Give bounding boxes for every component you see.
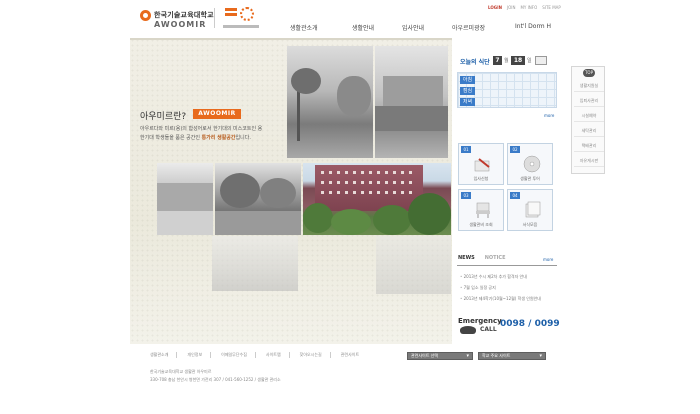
footer-link[interactable]: 이메일무단수집 (221, 352, 256, 358)
emergency-label: Emergency (458, 317, 502, 325)
quick-fee[interactable]: 03 생활관비 조회 (458, 189, 504, 231)
meal-dinner-tag: 저녁 (460, 98, 475, 106)
calendar-icon[interactable] (535, 56, 547, 65)
sidebar-item[interactable]: 입퇴사관리 (574, 96, 604, 107)
footer-link[interactable]: 찾아오시는길 (300, 352, 331, 358)
tab-notice[interactable]: NOTICE (485, 255, 506, 261)
quick-apply[interactable]: 01 입사신청 (458, 143, 504, 185)
quick-forms[interactable]: 04 서식모음 (507, 189, 553, 231)
meal-day: 18 (511, 56, 525, 65)
photo-faded-building (376, 236, 451, 294)
header: 한국기술교육대학교 AWOOMIR LOGIN JOIN MY INFO SIT… (0, 0, 700, 38)
sidebar-item[interactable]: 생활지원실 (574, 81, 604, 92)
nav-intl-dorm[interactable]: Int'l Dorm H (515, 23, 555, 30)
footer-link[interactable]: 관련사이트 (341, 352, 367, 358)
sidebar-item[interactable]: 세탁관리 (574, 126, 604, 137)
photo-campus-building (375, 46, 448, 158)
login-link[interactable]: LOGIN (488, 5, 502, 10)
photo-garden (215, 163, 301, 235)
top-links: LOGIN JOIN MY INFO SITE MAP (488, 5, 561, 10)
related-site-select[interactable]: 관련사이트 선택 (407, 352, 473, 360)
footer-address-line1: 한국기술교육대학교 생활관 아우미르 (150, 369, 212, 374)
sidebar-item[interactable]: 자유게시판 (574, 156, 604, 167)
emergency-number: 0098 / 0099 (500, 319, 560, 329)
hero-desc-line1: 아우르다와 미르(용)의 합성어로서 한기대의 미스코트인 용 (140, 126, 263, 132)
quick-fee-num: 03 (461, 192, 471, 199)
pen-paper-icon (474, 158, 490, 172)
sidebar-item[interactable]: 택배관리 (574, 141, 604, 152)
logo-divider (214, 8, 215, 28)
nav-dorm-intro[interactable]: 생활관소개 (290, 23, 330, 32)
news-item[interactable]: 7월 입소 일정 공지 (460, 282, 560, 293)
meal-breakfast-tag: 아침 (460, 76, 475, 84)
meal-month: 7 (493, 56, 502, 65)
dorm-logo-caption (223, 25, 259, 28)
quick-forms-label: 서식모음 (522, 222, 538, 227)
footer-link[interactable]: 개인정보 (187, 352, 212, 358)
quick-fee-label: 생활관비 조회 (469, 222, 493, 227)
sun-emblem-icon (240, 7, 254, 21)
quick-apply-label: 입사신청 (473, 176, 489, 181)
news-item[interactable]: 2013년 제4학기(10월~12월) 학생 인원안내 (460, 293, 560, 304)
nav-admission[interactable]: 입사안내 (402, 23, 432, 32)
university-site-select[interactable]: 학교 주요 사이트 (478, 352, 546, 360)
meal-more-link[interactable]: more (544, 113, 554, 118)
hero-badge: AWOOMIR (193, 109, 241, 119)
photo-campus-tree (287, 46, 373, 158)
quick-tour-label: 생활관 투어 (520, 176, 540, 181)
dorm-logo-icon (225, 8, 237, 20)
today-meal-label: 오늘의 식단 (460, 59, 490, 66)
photo-dormitory-building (303, 163, 451, 235)
emergency-call-label: CALL (480, 326, 497, 333)
quick-forms-num: 04 (510, 192, 520, 199)
sidebar-top-button[interactable]: TOP (583, 69, 595, 77)
nav-square[interactable]: 아우르미광장 (452, 23, 497, 32)
phone-icon (460, 326, 476, 334)
hero-desc-end: 입니다. (235, 135, 251, 141)
news-list: 2013년 수시 제2차 추가 합격자 안내 7월 입소 일정 공지 2013년… (460, 271, 560, 304)
meal-day-unit: 일 (527, 58, 532, 64)
hero-top-band (130, 38, 452, 40)
dormitory-building (315, 165, 423, 211)
emergency-call: Emergency CALL (458, 317, 502, 334)
my-info-link[interactable]: MY INFO (520, 5, 537, 10)
disc-icon (523, 155, 541, 173)
sidebar-item[interactable]: 시설예약 (574, 111, 604, 122)
news-more-link[interactable]: more (543, 257, 553, 262)
photo-plaza (157, 163, 213, 235)
footer: 생활관소개 개인정보 이메일무단수집 사이트맵 찾아오시는길 관련사이트 관련사… (0, 344, 700, 414)
footer-address-line2: 330-708 충남 천안시 병천면 가전리 307 / 041-560-125… (150, 377, 281, 382)
nav-life-guide[interactable]: 생활안내 (352, 23, 382, 32)
hero-title: 아우미르란? (140, 112, 187, 122)
logo-name[interactable]: 한국기술교육대학교 (154, 10, 214, 20)
quick-tour[interactable]: 02 생활관 투어 (507, 143, 553, 185)
university-logo-icon[interactable] (140, 10, 151, 21)
news-tabs: NEWS NOTICE (458, 255, 506, 261)
hero-desc-line2: 한기대 학생들을 품은 공간인 (140, 135, 202, 141)
chair-icon (476, 202, 490, 218)
news-item[interactable]: 2013년 수시 제2차 추가 합격자 안내 (460, 271, 560, 282)
hero-description: 아우르다와 미르(용)의 합성어로서 한기대의 미스코트인 용 한기대 학생들을… (140, 125, 280, 143)
join-link[interactable]: JOIN (507, 5, 516, 10)
footer-link[interactable]: 생활관소개 (150, 352, 178, 358)
photo-faded-trees (212, 236, 298, 291)
meal-month-unit: 월 (504, 58, 509, 64)
hero-desc-highlight: 통가리 생활공간 (201, 135, 236, 141)
quick-apply-num: 01 (461, 146, 471, 153)
footer-address: 한국기술교육대학교 생활관 아우미르 330-708 충남 천안시 병천면 가전… (150, 368, 281, 384)
meal-lunch-tag: 점심 (460, 87, 475, 95)
logo-sub[interactable]: AWOOMIR (154, 20, 206, 29)
document-stack-icon (525, 201, 541, 218)
news-divider (457, 265, 557, 266)
quick-sidebar: TOP 생활지원실 입퇴사관리 시설예약 세탁관리 택배관리 자유게시판 (571, 66, 605, 174)
footer-link[interactable]: 사이트맵 (266, 352, 290, 358)
quick-tour-num: 02 (510, 146, 520, 153)
tab-news[interactable]: NEWS (458, 255, 475, 261)
footer-links: 생활관소개 개인정보 이메일무단수집 사이트맵 찾아오시는길 관련사이트 (150, 352, 367, 358)
site-map-link[interactable]: SITE MAP (542, 5, 561, 10)
